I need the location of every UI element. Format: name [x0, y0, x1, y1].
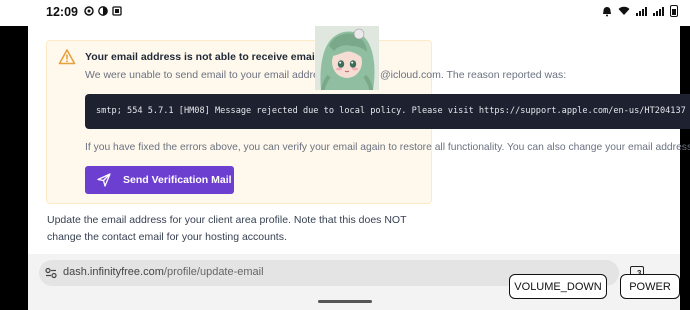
- half-circle-icon: [98, 6, 108, 16]
- status-right-icons: [602, 5, 678, 17]
- url-text[interactable]: dash.infinityfree.com/profile/update-ema…: [63, 266, 264, 278]
- warning-triangle-icon: [58, 49, 76, 65]
- notification-dots-icon: [84, 6, 94, 16]
- signal-bars-icon: [636, 6, 647, 16]
- send-verification-label: Send Verification Mail: [123, 174, 232, 186]
- phone-screen: 12:09 Your email address is not able to …: [0, 0, 690, 310]
- gesture-nav-handle[interactable]: [318, 300, 372, 303]
- fix-instructions: If you have fixed the errors above, you …: [85, 142, 690, 153]
- site-settings-icon[interactable]: [44, 266, 58, 280]
- battery-icon: [670, 5, 678, 17]
- screenshot-icon: [112, 6, 122, 16]
- alert-title: Your email address is not able to receiv…: [85, 51, 321, 63]
- status-time: 12:09: [46, 5, 78, 19]
- page-content-right: [444, 26, 680, 254]
- status-bar: 12:09: [0, 0, 690, 26]
- status-left-icons: [84, 6, 122, 16]
- alert-description-domain: @icloud.com. The reason reported was:: [380, 69, 567, 81]
- anime-avatar-image: [315, 26, 379, 90]
- power-button[interactable]: POWER: [620, 274, 680, 299]
- send-icon: [97, 173, 111, 187]
- url-path: /profile/update-email: [163, 266, 264, 278]
- alarm-icon: [603, 6, 611, 16]
- url-host: dash.infinityfree.com: [63, 266, 164, 278]
- signal-bars-2-icon: [653, 6, 664, 16]
- alert-description: We were unable to send email to your ema…: [85, 69, 330, 81]
- update-email-description: Update the email address for your client…: [47, 214, 407, 243]
- volume-down-button[interactable]: VOLUME_DOWN: [509, 274, 607, 299]
- wifi-icon: [618, 6, 630, 15]
- right-bezel: [680, 26, 690, 310]
- error-code-text: smtp; 554 5.7.1 [HM08] Message rejected …: [96, 106, 686, 116]
- send-verification-button[interactable]: Send Verification Mail: [85, 166, 234, 194]
- left-bezel: [0, 26, 28, 310]
